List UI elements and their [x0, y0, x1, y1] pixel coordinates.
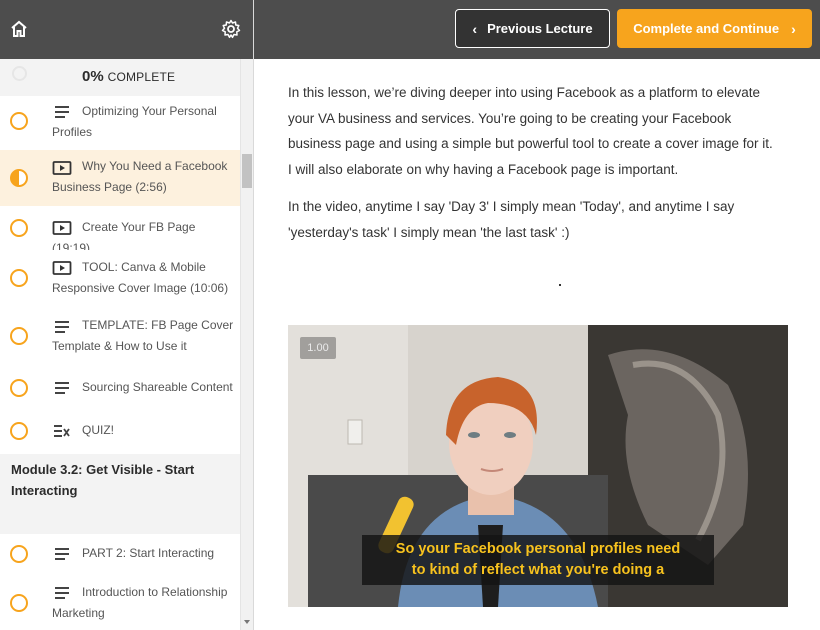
lesson-title: PART 2: Start Interacting [82, 546, 215, 560]
lecture-body: In this lesson, we’re diving deeper into… [288, 80, 778, 257]
caption-line: So your Facebook personal profiles need [395, 541, 681, 557]
lesson-list: Optimizing Your Personal Profiles Why Yo… [0, 96, 240, 630]
previous-lecture-button[interactable]: ‹ Previous Lecture [455, 9, 610, 48]
complete-continue-button[interactable]: Complete and Continue › [617, 9, 812, 48]
status-circle [10, 219, 28, 237]
gear-icon[interactable] [221, 19, 241, 39]
status-circle [10, 422, 28, 440]
status-circle [10, 594, 28, 612]
module-header: Module 3.2: Get Visible - Start Interact… [0, 454, 240, 534]
lecture-paragraph: In the video, anytime I say 'Day 3' I si… [288, 199, 735, 240]
sidebar-scrollbar[interactable] [240, 59, 253, 630]
video-caption: So your Facebook personal profiles need … [362, 535, 714, 585]
lesson-item[interactable]: Introduction to Relationship Marketing [0, 574, 240, 630]
lesson-title: QUIZ! [82, 423, 114, 437]
lesson-title: Why You Need a Facebook Business Page (2… [52, 159, 228, 194]
status-circle [10, 327, 28, 345]
stray-dot [559, 284, 561, 286]
progress-text: 0% COMPLETE [82, 68, 175, 85]
previous-lecture-label: Previous Lecture [487, 21, 593, 36]
lesson-item[interactable]: Sourcing Shareable Content [0, 366, 240, 412]
progress-ring [12, 66, 27, 81]
lesson-title: Sourcing Shareable Content [82, 380, 233, 394]
lesson-item[interactable]: TOOL: Canva & Mobile Responsive Cover Im… [0, 250, 240, 308]
sidebar-header [0, 0, 253, 59]
caption-line: to kind of reflect what you're doing a [411, 562, 665, 578]
course-sidebar: 0% COMPLETE Optimizing Your Personal Pro… [0, 0, 254, 630]
scrollbar-thumb[interactable] [242, 154, 252, 188]
lesson-item[interactable]: Create Your FB Page (19:19) [0, 206, 240, 255]
status-half-circle [10, 169, 28, 187]
module-title: Module 3.2: Get Visible - Start Interact… [11, 462, 195, 498]
course-progress: 0% COMPLETE [0, 59, 240, 96]
status-circle [10, 269, 28, 287]
lesson-item[interactable]: QUIZ! [0, 412, 240, 454]
lesson-item[interactable]: TEMPLATE: FB Page Cover Template & How t… [0, 308, 240, 366]
progress-label: COMPLETE [107, 70, 176, 84]
status-circle [10, 379, 28, 397]
lesson-title: TOOL: Canva & Mobile Responsive Cover Im… [52, 260, 229, 295]
lecture-topbar: ‹ Previous Lecture Complete and Continue… [254, 0, 820, 59]
chevron-right-icon: › [791, 20, 796, 37]
progress-percent: 0% [82, 68, 104, 85]
home-icon[interactable] [9, 19, 29, 39]
lesson-title: Optimizing Your Personal Profiles [52, 104, 217, 139]
scroll-down-arrow-icon[interactable] [244, 620, 250, 624]
status-circle [10, 545, 28, 563]
chevron-left-icon: ‹ [472, 20, 478, 37]
lesson-item[interactable]: PART 2: Start Interacting [0, 534, 240, 574]
playback-speed-badge[interactable]: 1.00 [300, 337, 336, 359]
lesson-title: Introduction to Relationship Marketing [52, 585, 228, 620]
video-player[interactable]: 1.00 So your Facebook personal profiles … [288, 325, 788, 607]
lecture-paragraph: In this lesson, we’re diving deeper into… [288, 85, 773, 177]
lesson-item-active[interactable]: Why You Need a Facebook Business Page (2… [0, 150, 240, 206]
lesson-item[interactable]: Optimizing Your Personal Profiles [0, 96, 240, 150]
lesson-title: TEMPLATE: FB Page Cover Template & How t… [52, 318, 234, 353]
complete-continue-label: Complete and Continue [633, 21, 780, 36]
status-circle [10, 112, 28, 130]
